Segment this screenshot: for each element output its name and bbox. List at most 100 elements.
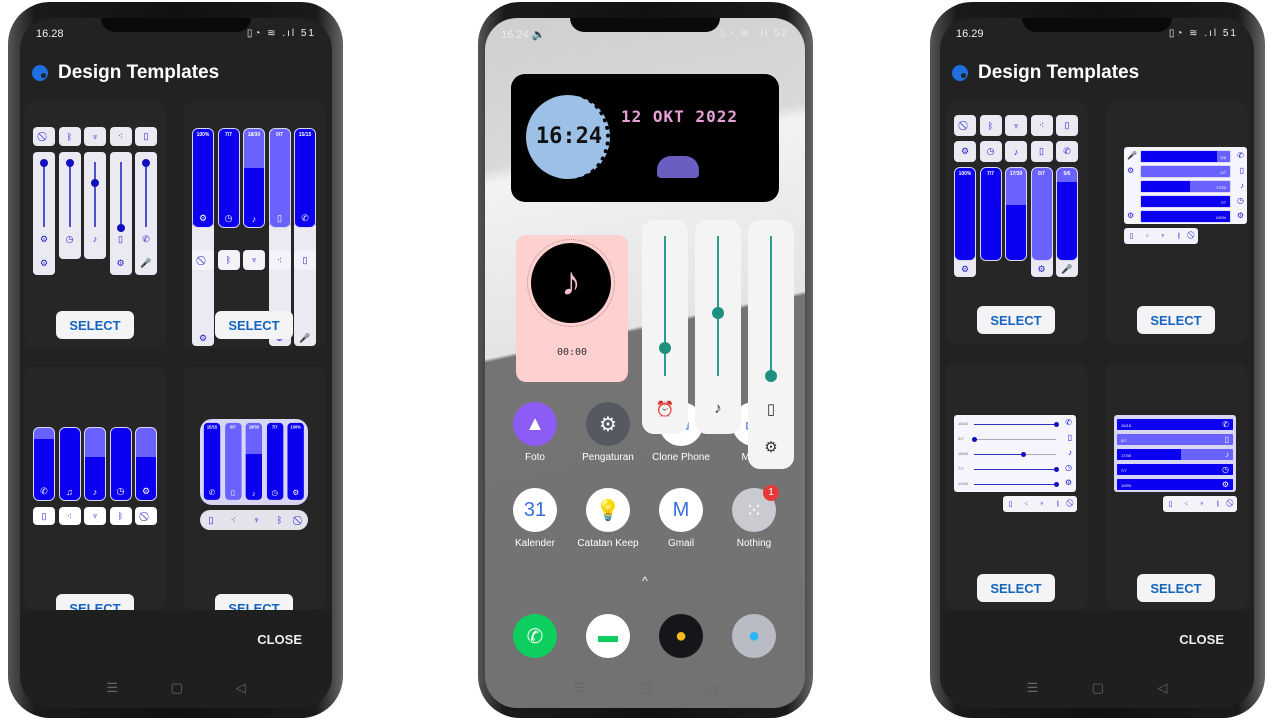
slider-fill: [974, 454, 1024, 455]
volume-bar-fill: [1141, 151, 1217, 162]
volume-bar: 0/7 ▯: [268, 128, 291, 228]
quick-toggle-icon: ♆: [84, 507, 106, 525]
close-button[interactable]: CLOSE: [1179, 632, 1224, 647]
dock-music-icon[interactable]: ●: [659, 614, 703, 658]
volume-panel[interactable]: ▯ ⚙: [748, 220, 794, 469]
slider-knob: [142, 159, 150, 167]
music-widget[interactable]: ♪ 00:00: [516, 235, 628, 382]
quick-toggle-icon: ᛒ: [217, 250, 240, 270]
quick-toggle-icon: ᛒ: [58, 127, 81, 146]
slider-track: [974, 439, 1056, 440]
volume-type-icon: ▯: [277, 213, 282, 223]
volume-knob[interactable]: [765, 370, 777, 382]
volume-type-icon: ✆: [1222, 420, 1229, 429]
volume-panel[interactable]: ♪: [695, 220, 741, 434]
dock-messages-icon[interactable]: ▬: [586, 614, 630, 658]
select-button[interactable]: SELECT: [977, 574, 1055, 602]
app-icon-gmail[interactable]: M Gmail: [644, 488, 718, 549]
page-title: Design Templates: [58, 62, 220, 83]
quick-toggle-icon: ⁖: [1023, 501, 1028, 508]
volume-bar: ◷: [109, 427, 132, 501]
app-icon-catatan-keep[interactable]: 💡 Catatan Keep: [571, 488, 645, 549]
close-button[interactable]: CLOSE: [257, 632, 302, 647]
quick-toggle-icon: ▯: [208, 514, 214, 525]
back-icon[interactable]: ◁: [1157, 680, 1167, 696]
volume-bar: 100% ⚙: [192, 128, 214, 228]
menu-icon[interactable]: ☰: [106, 680, 118, 696]
app-drawer-chevron-icon[interactable]: ^: [485, 574, 805, 588]
volume-type-icon: ♪: [251, 214, 257, 224]
quick-toggle-icon: ♆: [1039, 500, 1045, 508]
quick-toggle-icon: ⃠: [33, 127, 55, 146]
template-card: ✆ ♫ ♪ ◷ ⚙ ▯⁖♆ᛒ⃠ SELECT: [25, 367, 166, 610]
phone-middle: 16.24 🔈 ▯◔ ≋ .ıl 52 16:24 12 OKT 2022 ♪ 0…: [478, 2, 813, 718]
app-label: Foto: [524, 452, 545, 463]
quick-toggle-icon: ⁖: [1144, 233, 1149, 240]
quick-toggle-icon: ⁖: [1030, 115, 1053, 136]
app-icon-pengaturan[interactable]: ⚙ Pengaturan: [571, 402, 645, 463]
bottom-bar: CLOSE ☰ ▢ ◁: [940, 610, 1254, 708]
app-label: Gmail: [667, 538, 695, 549]
volume-knob[interactable]: [712, 307, 724, 319]
volume-bar: ♪: [84, 427, 106, 501]
volume-panel[interactable]: ⏰: [642, 220, 688, 434]
app-icon-nothing[interactable]: ⁙ 1 Nothing: [717, 485, 791, 549]
select-button[interactable]: SELECT: [1137, 574, 1215, 602]
home-icon[interactable]: ▢: [171, 680, 183, 696]
volume-type-icon: ⚙: [1064, 478, 1072, 487]
quick-toggle-icon: ♆: [1160, 232, 1166, 240]
volume-bar-label: 17/30: [1009, 171, 1023, 177]
app-icon: ▲: [513, 402, 557, 446]
page-title: Design Templates: [978, 62, 1140, 83]
volume-bar: 5/6: [1140, 150, 1231, 163]
select-button[interactable]: SELECT: [977, 306, 1055, 334]
select-button[interactable]: SELECT: [215, 594, 293, 610]
home-icon[interactable]: ▢: [640, 680, 652, 696]
notch: [570, 18, 720, 32]
template-card: 5/6✆🎤0/7▯⚙17/30♪7/7◷100%⚙⚙▯⁖♆ᛒ⃠SELECT: [1106, 102, 1247, 343]
volume-bar: 0/7 ▯: [223, 422, 242, 501]
home-icon[interactable]: ▢: [1092, 680, 1104, 696]
dock-camera-icon[interactable]: ●: [732, 614, 776, 658]
volume-type-icon: ▯: [1239, 166, 1244, 175]
quick-toggle-icon: ⁖: [58, 507, 81, 525]
quick-toggle-icon: ᛒ: [276, 515, 283, 525]
volume-slider: ◷: [58, 152, 81, 259]
volume-label: 18/30: [958, 451, 969, 456]
select-button[interactable]: SELECT: [56, 594, 134, 610]
volume-type-icon: ◷: [116, 486, 125, 496]
slider-track: [68, 162, 71, 227]
volume-bar-label: 0/7: [1121, 438, 1127, 443]
volume-knob[interactable]: [659, 342, 671, 354]
clock-time: 16:24: [535, 124, 603, 149]
volume-type-icon: ▯: [230, 488, 235, 497]
volume-slider: ▯ ⚙: [109, 152, 132, 275]
template-card: 15/15✆0/7▯17/30♪7/7◷100%⚙▯⁖♆ᛒ⃠SELECT: [1106, 363, 1247, 610]
select-button[interactable]: SELECT: [215, 311, 293, 339]
volume-bar-fill: [1117, 419, 1233, 430]
template-preview: ⃠ᛒ♆⁖▯⚙◷♪▯✆⚙⚙🎤100%7/717/300/75/6: [954, 102, 1078, 302]
back-icon[interactable]: ◁: [707, 680, 717, 696]
volume-type-icon: ♪: [1225, 450, 1229, 459]
menu-icon[interactable]: ☰: [573, 680, 585, 696]
back-icon[interactable]: ◁: [236, 680, 246, 696]
volume-type-icon: ✆: [1065, 418, 1072, 427]
volume-bar: ♫: [58, 427, 81, 501]
status-time: 16.28: [36, 28, 64, 40]
app-icon-foto[interactable]: ▲ Foto: [498, 402, 572, 463]
menu-icon[interactable]: ☰: [1027, 680, 1039, 696]
select-button[interactable]: SELECT: [1137, 306, 1215, 334]
header: Design Templates: [32, 62, 219, 84]
app-icon: 💡: [586, 488, 630, 532]
volume-type-icon: ♪: [92, 487, 98, 497]
select-button[interactable]: SELECT: [56, 311, 134, 339]
app-icon-kalender[interactable]: 31 Kalender: [498, 488, 572, 549]
template-card: ⃠ᛒ♆⁖▯⚙⚙◷♪▯⚙✆🎤SELECT: [25, 102, 166, 348]
volume-bar: 100%: [1140, 210, 1231, 223]
settings-icon[interactable]: ⚙: [748, 438, 794, 456]
quick-toggle-icon: ◷: [979, 141, 1002, 162]
dock-phone-icon[interactable]: ✆: [513, 614, 557, 658]
volume-bar: 100% ⚙: [286, 422, 305, 501]
volume-type-icon: ▯: [118, 234, 123, 244]
clock-widget[interactable]: 16:24 12 OKT 2022: [511, 74, 779, 202]
